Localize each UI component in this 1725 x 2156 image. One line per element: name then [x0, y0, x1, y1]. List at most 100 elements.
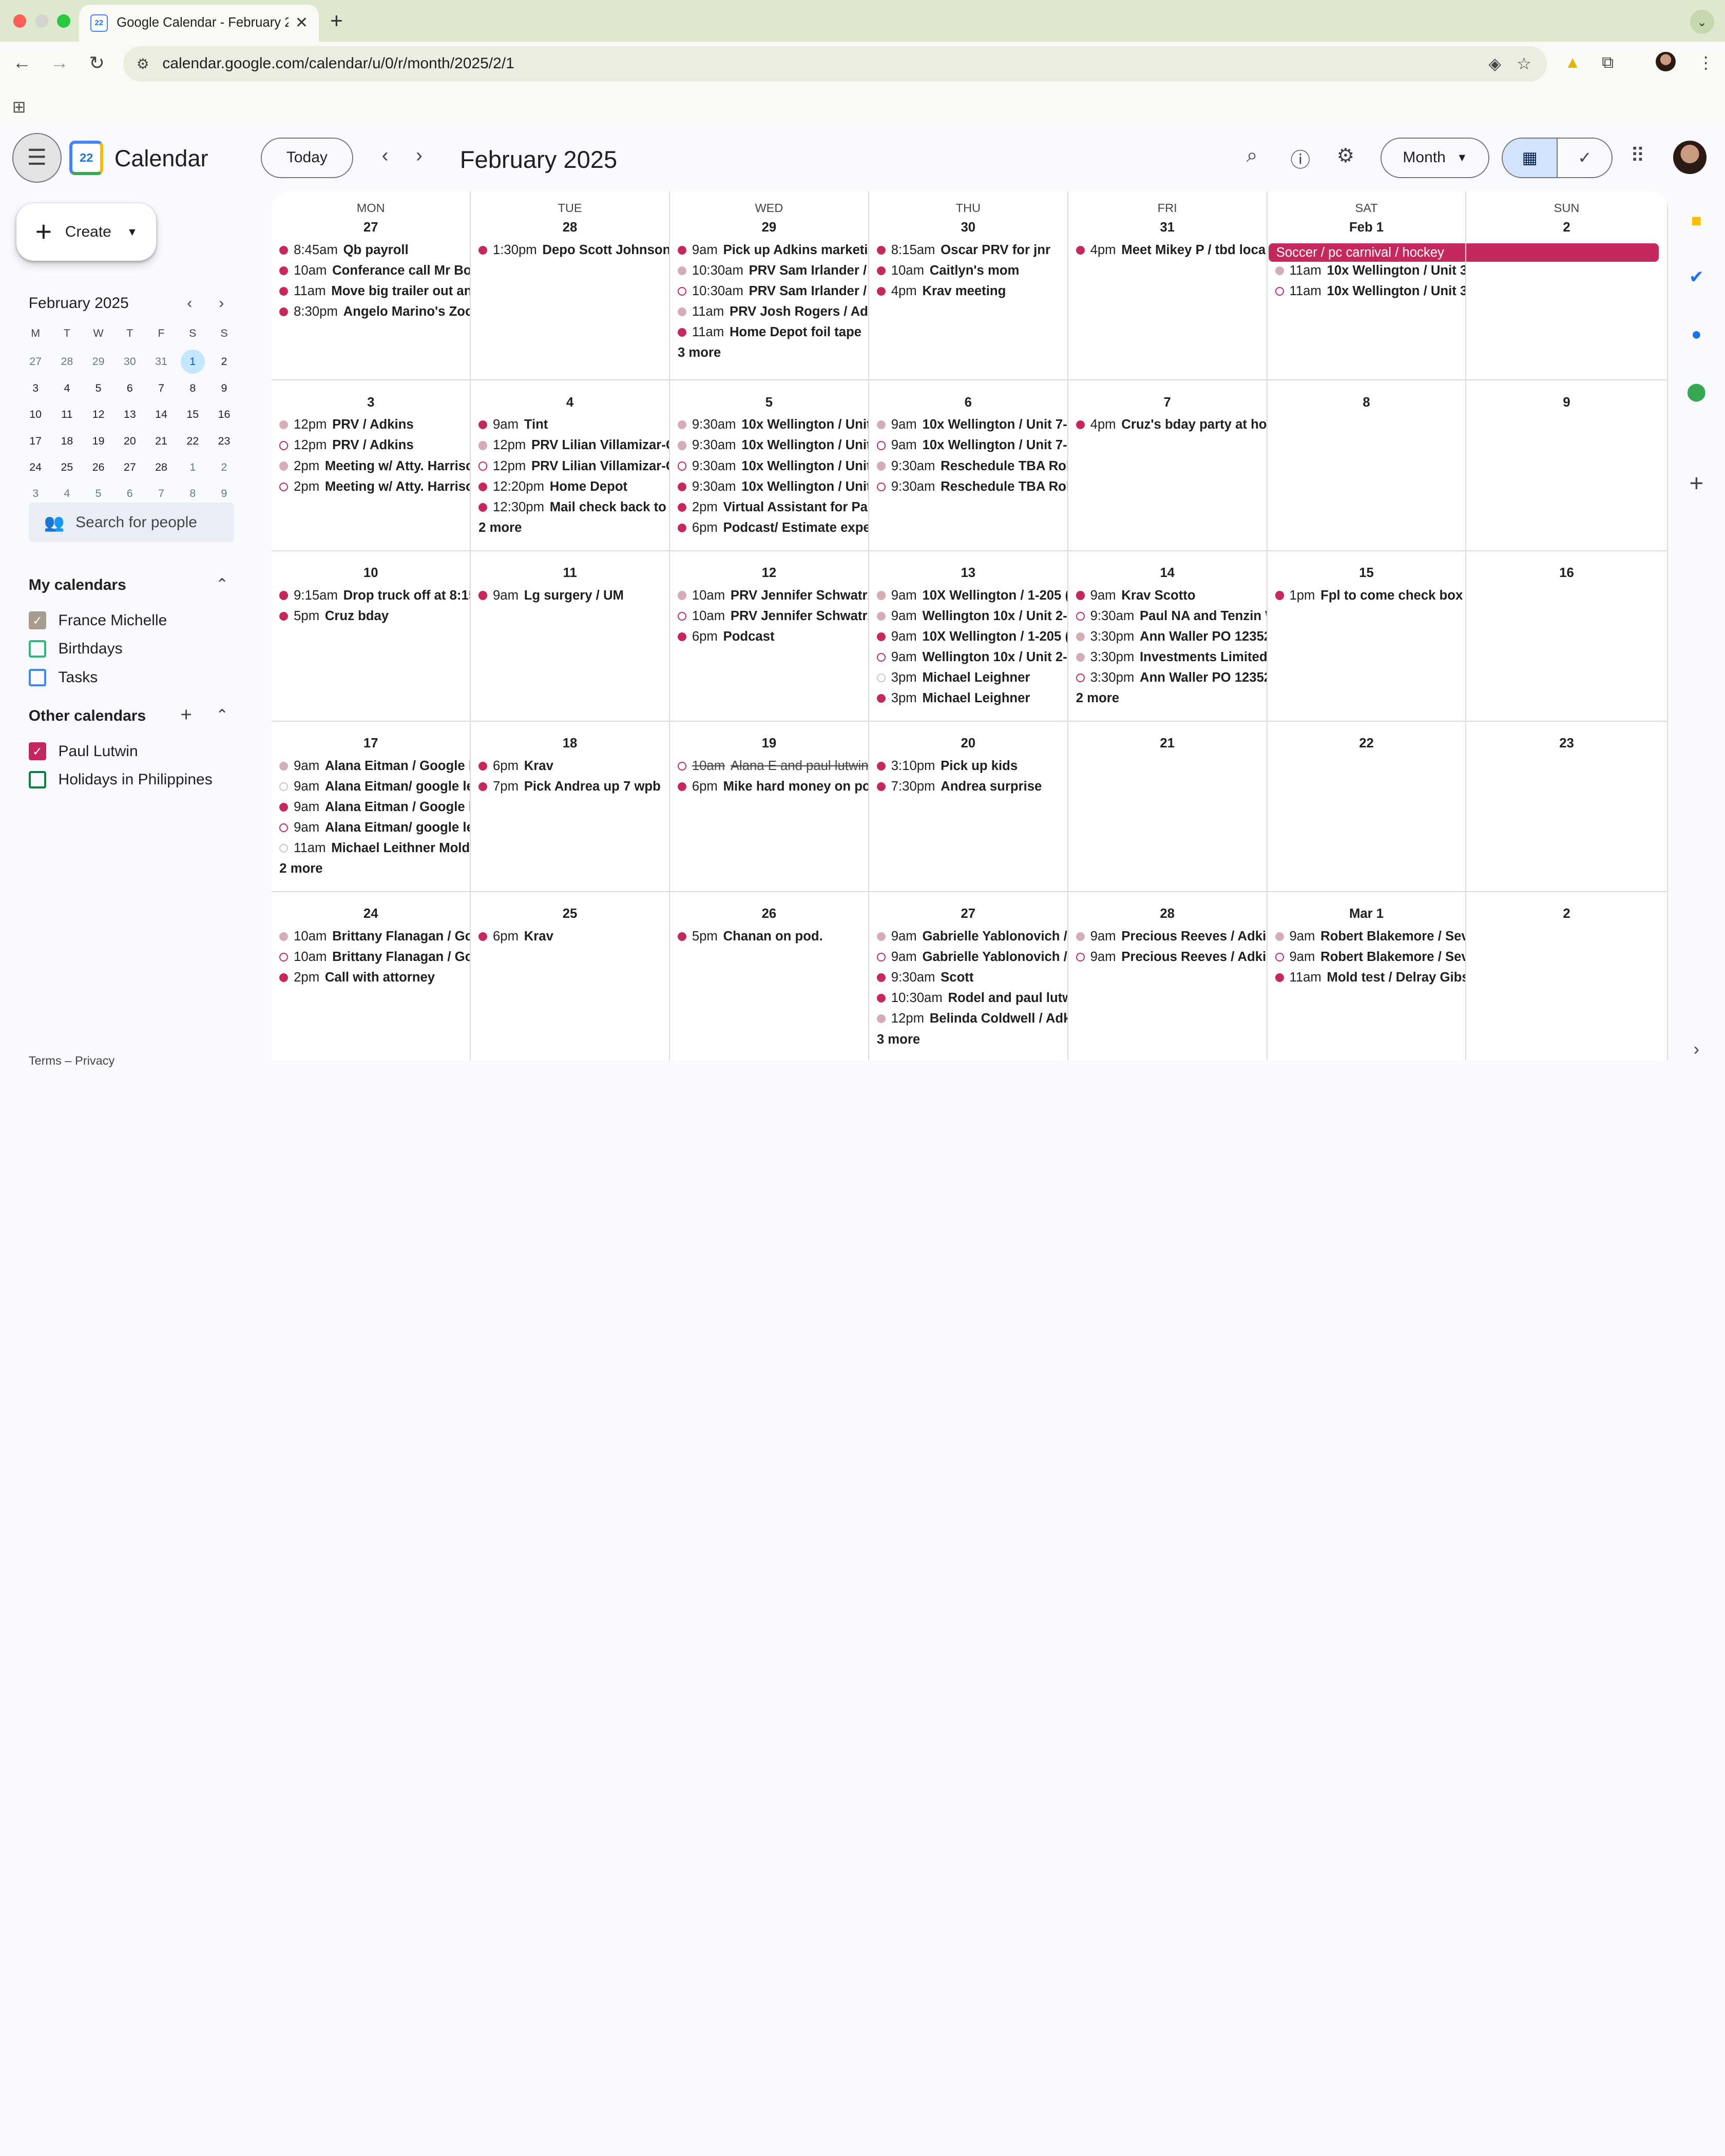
calendar-event[interactable]: 8:45am Qb payroll	[272, 240, 470, 260]
day-cell[interactable]: 10 9:15am Drop truck off at 8:15 5pm Cruz bd…	[272, 551, 471, 721]
mini-day[interactable]: 21	[145, 428, 177, 454]
calendar-event[interactable]: 6pm Krav	[471, 926, 669, 947]
day-number[interactable]: 29	[670, 216, 868, 240]
calendar-event[interactable]: 10am PRV Jennifer Schwatrz	[670, 606, 868, 626]
calendar-event[interactable]: 9am Precious Reeves / Adkir	[1068, 926, 1267, 947]
calendar-event[interactable]: 5pm Cruz bday	[272, 606, 470, 626]
search-people-input[interactable]: 👥 Search for people	[28, 503, 235, 543]
previous-month-icon[interactable]: ‹	[382, 144, 389, 167]
day-number[interactable]: 10	[272, 561, 470, 585]
day-cell[interactable]: WED 29 9am Pick up Adkins marketin 10:30am PR…	[670, 191, 869, 380]
calendar-event[interactable]: 1:30pm Depo Scott Johnson	[471, 240, 669, 260]
google-apps-icon[interactable]: ⠿	[1631, 144, 1645, 167]
add-calendar-icon[interactable]: +	[180, 704, 192, 726]
mini-day[interactable]: 27	[20, 349, 51, 375]
calendar-event[interactable]: 2pm Meeting w/ Atty. Harriso	[272, 476, 470, 497]
calendar-event[interactable]: 3:30pm Ann Waller PO 12352	[1068, 667, 1267, 688]
calendar-event[interactable]: 9am Tint	[471, 415, 669, 435]
bookmark-star-icon[interactable]: ☆	[1517, 54, 1531, 73]
calendar-event[interactable]: 10am Conferance call Mr Bo	[272, 260, 470, 281]
day-number[interactable]: 22	[1268, 732, 1466, 756]
mini-next-month-icon[interactable]: ›	[219, 295, 224, 312]
calendar-event[interactable]: 12pm PRV / Adkins	[272, 415, 470, 435]
maps-icon[interactable]: ⬤	[1684, 379, 1709, 403]
calendar-event[interactable]: 3pm Michael Leighner	[869, 688, 1067, 708]
mini-day[interactable]: 17	[20, 428, 51, 454]
calendar-list-item[interactable]: Birthdays	[28, 640, 123, 658]
calendar-event[interactable]: 9:30am Paul NA and Tenzin W	[1068, 606, 1267, 626]
day-number[interactable]: 31	[1068, 216, 1267, 240]
calendar-event[interactable]: 12:20pm Home Depot	[471, 476, 669, 497]
day-cell[interactable]: 11 9am Lg surgery / UM	[471, 551, 670, 721]
day-cell[interactable]: 24 10am Brittany Flanagan / Go 10am Brittany…	[272, 892, 471, 1061]
mini-day[interactable]: 29	[83, 349, 114, 375]
mini-day[interactable]: 12	[83, 401, 114, 428]
calendar-list-item[interactable]: ✓ France Michelle	[28, 611, 167, 629]
calendar-event[interactable]: 11am Home Depot foil tape	[670, 322, 868, 342]
calendar-event[interactable]: 3:10pm Pick up kids	[869, 756, 1067, 776]
mini-day[interactable]: 27	[114, 454, 145, 480]
mini-day[interactable]: 28	[51, 349, 83, 375]
day-number[interactable]: 2	[1466, 902, 1666, 926]
calendar-event[interactable]: 8:15am Oscar PRV for jnr	[869, 240, 1067, 260]
day-cell[interactable]: 16	[1466, 551, 1668, 721]
day-cell[interactable]: SAT Feb 1 11am 10x Wellington / Unit 3- 11am…	[1268, 191, 1467, 380]
calendar-event[interactable]: 11am Michael Leithner Mold	[272, 838, 470, 858]
calendar-event[interactable]: 11am 10x Wellington / Unit 3-	[1268, 260, 1465, 281]
day-cell[interactable]: 9	[1466, 380, 1668, 550]
omnibox[interactable]: ⚙ calendar.google.com/calendar/u/0/r/mon…	[123, 46, 1547, 82]
calendar-list-item[interactable]: Holidays in Philippines	[28, 771, 213, 789]
calendar-event[interactable]: 9:15am Drop truck off at 8:15	[272, 585, 470, 606]
collapse-chevron-icon[interactable]: ⌃	[216, 706, 228, 724]
calendar-event[interactable]: 9am Lg surgery / UM	[471, 585, 669, 606]
calendar-event[interactable]: 3:30pm Ann Waller PO 12352	[1068, 626, 1267, 647]
day-cell[interactable]: 28 9am Precious Reeves / Adkir 9am Precious …	[1068, 892, 1268, 1061]
day-number[interactable]: 7	[1068, 391, 1267, 415]
day-cell[interactable]: 3 12pm PRV / Adkins 12pm PRV / Adkins 2pm Meet…	[272, 380, 471, 550]
day-cell[interactable]: 21	[1068, 721, 1268, 891]
day-cell[interactable]: MON 27 8:45am Qb payroll 10am Conferance call…	[272, 191, 471, 380]
more-events-link[interactable]: 2 more	[1068, 688, 1267, 708]
mini-day[interactable]: 28	[145, 454, 177, 480]
day-number[interactable]: 13	[869, 561, 1067, 585]
more-events-link[interactable]: 2 more	[272, 858, 470, 879]
collapse-chevron-icon[interactable]: ⌃	[216, 575, 228, 593]
calendar-event[interactable]: 7:30pm Andrea surprise	[869, 776, 1067, 797]
day-cell[interactable]: 6 9am 10x Wellington / Unit 7-1 9am 10x Well…	[869, 380, 1068, 550]
day-number[interactable]: 25	[471, 902, 669, 926]
lens-icon[interactable]: ◈	[1488, 54, 1501, 73]
calendar-event[interactable]: 3pm Michael Leighner	[869, 667, 1067, 688]
day-number[interactable]: 3	[272, 391, 470, 415]
calendar-event[interactable]: 12pm Belinda Coldwell / Adk	[869, 1009, 1067, 1029]
calendar-event[interactable]: 6pm Krav	[471, 756, 669, 776]
calendar-event[interactable]: 12pm PRV Lilian Villamizar-G	[471, 435, 669, 456]
day-number[interactable]: 30	[869, 216, 1067, 240]
day-cell[interactable]: 18 6pm Krav 7pm Pick Andrea up 7 wpb	[471, 721, 670, 891]
mini-day[interactable]: 4	[51, 375, 83, 401]
day-cell[interactable]: 2	[1466, 892, 1668, 1061]
mini-day[interactable]: 7	[145, 375, 177, 401]
calendar-event[interactable]: 6pm Podcast	[670, 626, 868, 647]
calendar-event[interactable]: 3:30pm Investments Limited	[1068, 647, 1267, 667]
mini-day[interactable]: 23	[208, 428, 240, 454]
calendar-event[interactable]: 6pm Mike hard money on po	[670, 776, 868, 797]
calendar-event[interactable]: 8:30pm Angelo Marino's Zoo	[272, 301, 470, 322]
calendar-event[interactable]: 2pm Virtual Assistant for Pau	[670, 497, 868, 517]
calendar-event[interactable]: 9am Alana Eitman/ google le	[272, 817, 470, 838]
browser-menu-icon[interactable]: ⋮	[1697, 53, 1714, 72]
calendar-event[interactable]: 12pm PRV Lilian Villamizar-G	[471, 456, 669, 476]
calendar-event[interactable]: 2pm Call with attorney	[272, 967, 470, 988]
calendar-event[interactable]: 11am PRV Josh Rogers / Adki	[670, 301, 868, 322]
view-select-button[interactable]: Month ▼	[1381, 137, 1490, 179]
day-number[interactable]: 8	[1268, 391, 1466, 415]
mini-day[interactable]: 1	[177, 454, 208, 480]
day-cell[interactable]: 19 10am Alana E and paul lutwin 6pm Mike har…	[670, 721, 869, 891]
calendar-event[interactable]: 10am Caitlyn's mom	[869, 260, 1067, 281]
tab-search-chevron-icon[interactable]: ⌄	[1690, 10, 1714, 34]
mini-day[interactable]: 18	[51, 428, 83, 454]
mini-prev-month-icon[interactable]: ‹	[187, 295, 192, 312]
calendar-event[interactable]: 12pm PRV / Adkins	[272, 435, 470, 456]
day-cell[interactable]: 14 9am Krav Scotto 9:30am Paul NA and Tenzin…	[1068, 551, 1268, 721]
forward-arrow-icon[interactable]: →	[44, 52, 75, 73]
calendar-list-item[interactable]: ✓ Paul Lutwin	[28, 742, 138, 760]
